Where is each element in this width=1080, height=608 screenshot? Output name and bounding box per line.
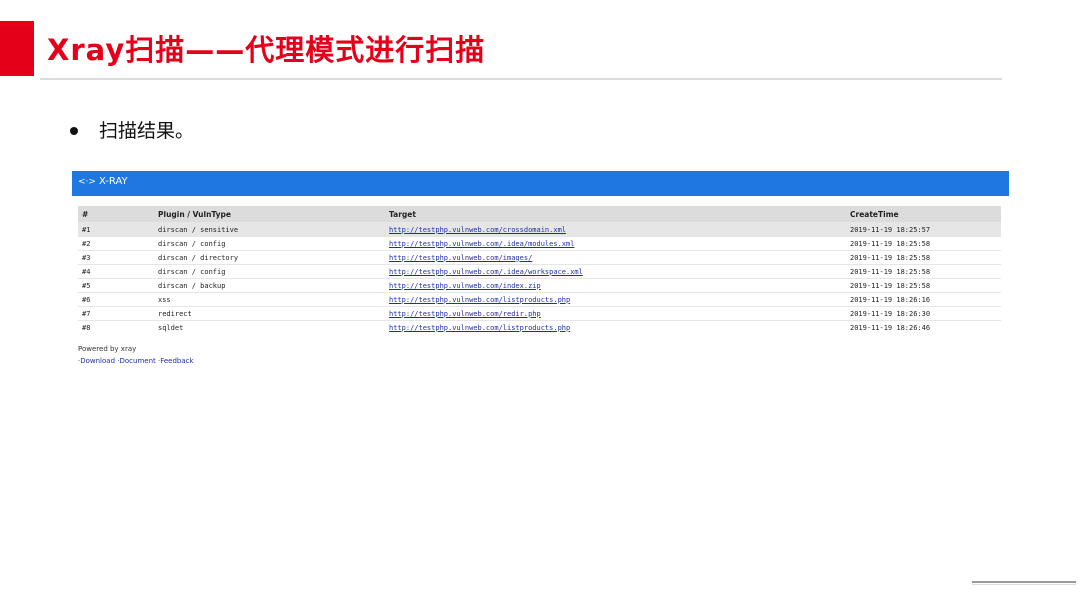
- code-brackets-icon: <·>: [78, 177, 96, 187]
- cell-plugin: dirscan / config: [154, 236, 385, 251]
- powered-by-text: Powered by xray: [78, 345, 137, 353]
- cell-time: 2019-11-19 18:25:58: [846, 236, 1001, 251]
- cell-plugin: redirect: [154, 306, 385, 321]
- cell-num: #6: [78, 292, 154, 307]
- table-row[interactable]: #2 dirscan / config http://testphp.vulnw…: [78, 236, 1001, 251]
- cell-num: #7: [78, 306, 154, 321]
- cell-num: #8: [78, 320, 154, 334]
- cell-plugin: dirscan / backup: [154, 278, 385, 293]
- logo-text: X-RAY: [98, 176, 128, 187]
- feedback-link[interactable]: ·Feedback: [158, 357, 194, 365]
- table-header-row: # Plugin / VulnType Target CreateTime: [78, 206, 1001, 223]
- cell-plugin: sqldet: [154, 320, 385, 334]
- cell-time: 2019-11-19 18:25:58: [846, 264, 1001, 279]
- header-target[interactable]: Target: [385, 206, 846, 223]
- corner-decoration-shadow: [972, 584, 1076, 585]
- header-num[interactable]: #: [78, 206, 154, 223]
- cell-plugin: xss: [154, 292, 385, 307]
- target-link[interactable]: http://testphp.vulnweb.com/images/: [385, 250, 846, 265]
- cell-plugin: dirscan / sensitive: [154, 222, 385, 237]
- title-accent-bar: [0, 21, 34, 76]
- table-row[interactable]: #4 dirscan / config http://testphp.vulnw…: [78, 264, 1001, 279]
- header-plugin[interactable]: Plugin / VulnType: [154, 206, 385, 223]
- cell-plugin: dirscan / config: [154, 264, 385, 279]
- cell-time: 2019-11-19 18:26:30: [846, 306, 1001, 321]
- cell-time: 2019-11-19 18:25:58: [846, 250, 1001, 265]
- bullet-text: 扫描结果。: [99, 120, 195, 142]
- target-link[interactable]: http://testphp.vulnweb.com/redir.php: [385, 306, 846, 321]
- footer-links: ·Download ·Document ·Feedback: [78, 355, 194, 367]
- title-divider: [40, 78, 1002, 80]
- header-createtime[interactable]: CreateTime: [846, 206, 1001, 223]
- cell-num: #5: [78, 278, 154, 293]
- report-header: <·> X-RAY: [72, 171, 1009, 196]
- xray-report-screenshot: <·> X-RAY # Plugin / VulnType Target Crea…: [72, 171, 1009, 365]
- cell-num: #1: [78, 222, 154, 237]
- cell-time: 2019-11-19 18:25:57: [846, 222, 1001, 237]
- table-row[interactable]: #6 xss http://testphp.vulnweb.com/listpr…: [78, 292, 1001, 307]
- target-link[interactable]: http://testphp.vulnweb.com/listproducts.…: [385, 292, 846, 307]
- table-row[interactable]: #5 dirscan / backup http://testphp.vulnw…: [78, 278, 1001, 293]
- table-row[interactable]: #3 dirscan / directory http://testphp.vu…: [78, 250, 1001, 265]
- cell-num: #2: [78, 236, 154, 251]
- cell-num: #4: [78, 264, 154, 279]
- cell-time: 2019-11-19 18:25:58: [846, 278, 1001, 293]
- bullet-icon: [70, 127, 78, 135]
- xray-logo[interactable]: <·> X-RAY: [78, 175, 128, 189]
- document-link[interactable]: ·Document: [117, 357, 156, 365]
- cell-num: #3: [78, 250, 154, 265]
- corner-decoration: [972, 581, 1076, 583]
- report-footer: Powered by xray ·Download ·Document ·Fee…: [78, 343, 194, 367]
- target-link[interactable]: http://testphp.vulnweb.com/index.zip: [385, 278, 846, 293]
- table-row[interactable]: #7 redirect http://testphp.vulnweb.com/r…: [78, 306, 1001, 321]
- target-link[interactable]: http://testphp.vulnweb.com/.idea/workspa…: [385, 264, 846, 279]
- table-row[interactable]: #8 sqldet http://testphp.vulnweb.com/lis…: [78, 320, 1001, 334]
- target-link[interactable]: http://testphp.vulnweb.com/crossdomain.x…: [385, 222, 846, 237]
- cell-time: 2019-11-19 18:26:46: [846, 320, 1001, 334]
- target-link[interactable]: http://testphp.vulnweb.com/.idea/modules…: [385, 236, 846, 251]
- download-link[interactable]: ·Download: [78, 357, 115, 365]
- slide-title: Xray扫描——代理模式进行扫描: [47, 33, 486, 67]
- target-link[interactable]: http://testphp.vulnweb.com/listproducts.…: [385, 320, 846, 334]
- cell-plugin: dirscan / directory: [154, 250, 385, 265]
- table-row[interactable]: #1 dirscan / sensitive http://testphp.vu…: [78, 222, 1001, 237]
- results-table: # Plugin / VulnType Target CreateTime #1…: [78, 206, 1001, 334]
- cell-time: 2019-11-19 18:26:16: [846, 292, 1001, 307]
